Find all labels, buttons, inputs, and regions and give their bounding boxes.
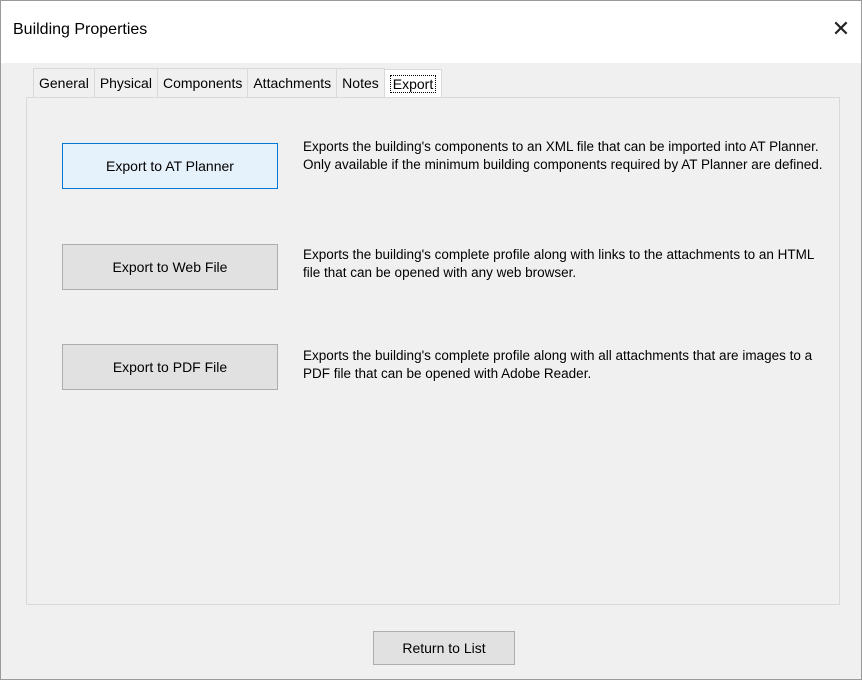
tab-export-label: Export: [389, 75, 437, 93]
tab-export[interactable]: Export: [383, 69, 443, 98]
export-tab-panel: Export to AT Planner Exports the buildin…: [26, 97, 840, 605]
dialog-window: Building Properties ✕ General Physical C…: [0, 0, 862, 680]
tab-components[interactable]: Components: [156, 68, 249, 97]
export-web-file-button[interactable]: Export to Web File: [62, 244, 278, 290]
close-button[interactable]: ✕: [827, 15, 855, 43]
window-title: Building Properties: [13, 21, 148, 38]
title-bar: Building Properties ✕: [1, 1, 861, 63]
export-at-planner-description: Exports the building's components to an …: [303, 139, 823, 172]
tab-notes[interactable]: Notes: [336, 68, 385, 97]
tab-general[interactable]: General: [33, 68, 95, 97]
tab-physical[interactable]: Physical: [93, 68, 158, 97]
tab-bar: General Physical Components Attachments …: [33, 65, 443, 98]
export-web-file-description: Exports the building's complete profile …: [303, 247, 814, 280]
tab-attachments[interactable]: Attachments: [247, 68, 338, 97]
export-pdf-file-button[interactable]: Export to PDF File: [62, 344, 278, 390]
export-at-planner-button[interactable]: Export to AT Planner: [62, 143, 278, 189]
return-to-list-button[interactable]: Return to List: [373, 631, 515, 665]
close-icon: ✕: [831, 16, 851, 41]
export-pdf-file-description: Exports the building's complete profile …: [303, 348, 813, 381]
